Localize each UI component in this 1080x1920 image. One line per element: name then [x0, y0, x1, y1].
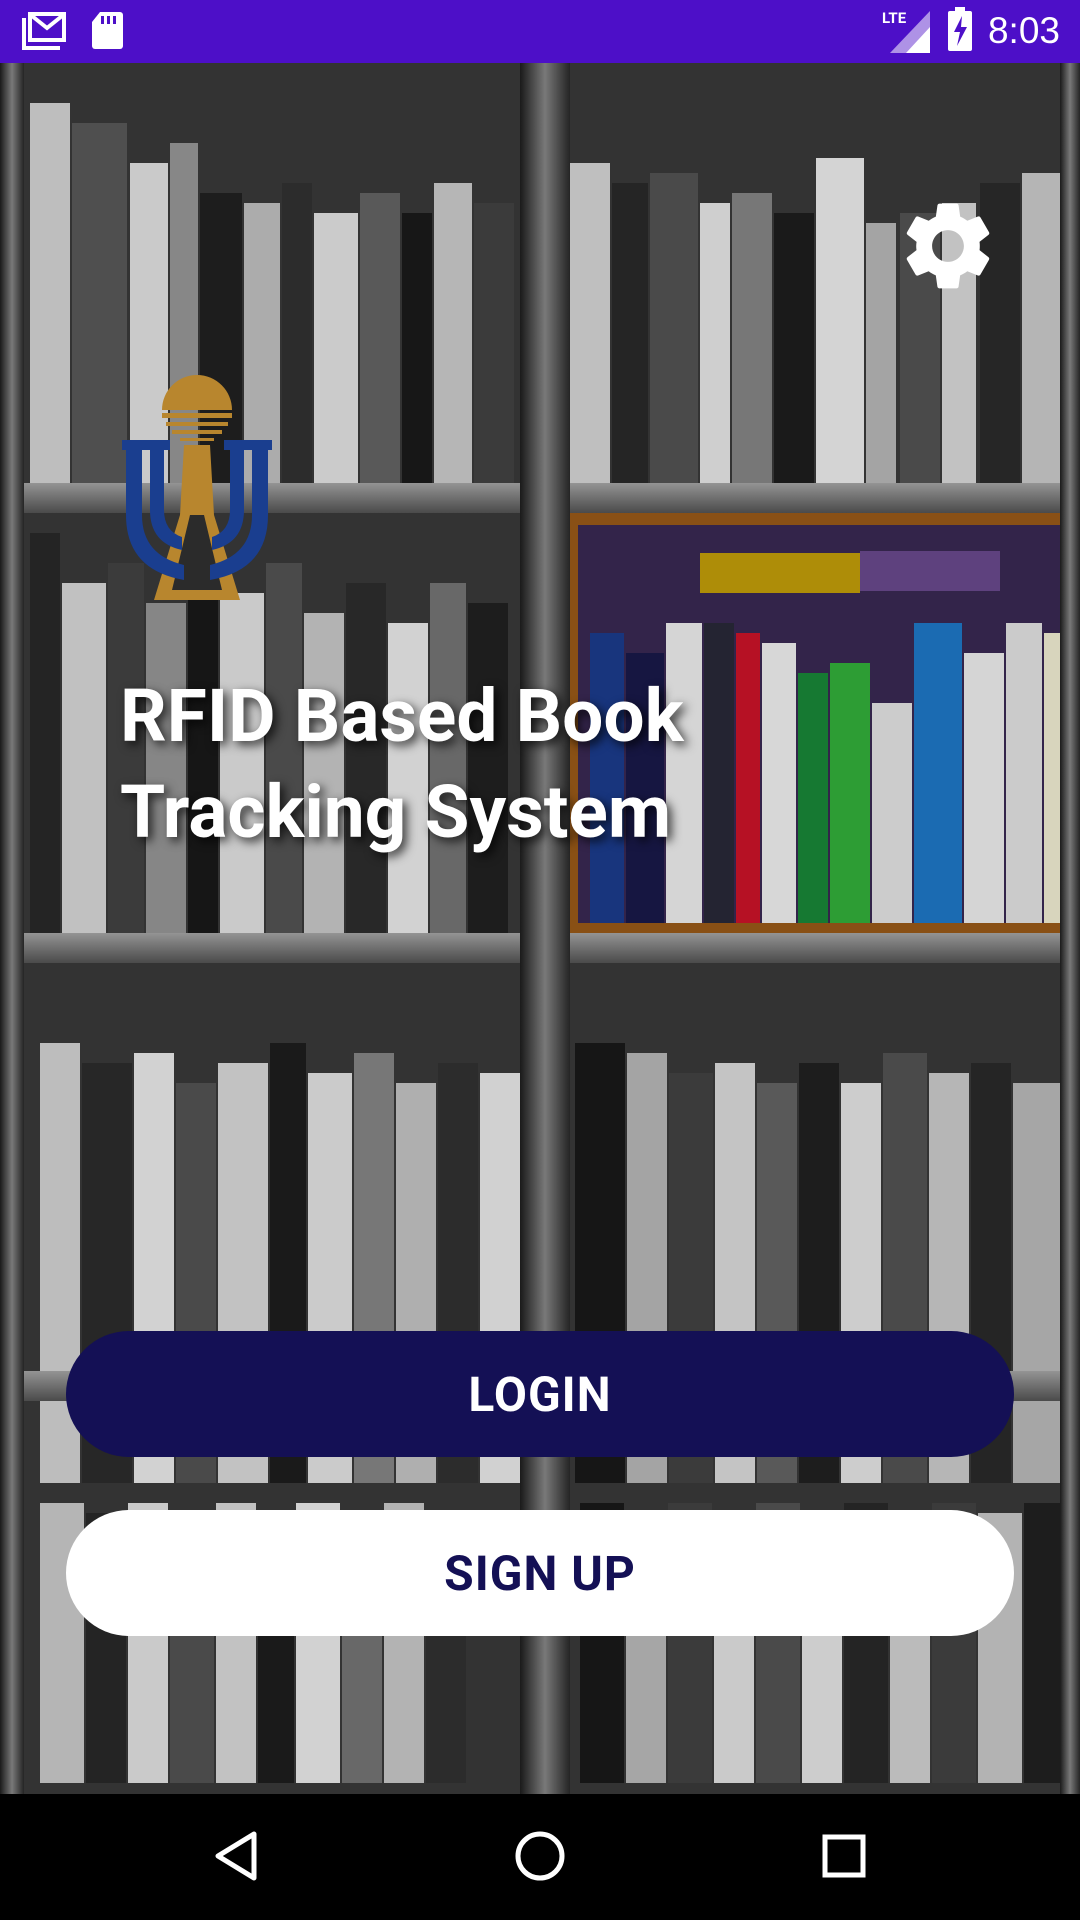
clock: 8:03: [987, 10, 1060, 51]
lte-signal-icon: LTE: [882, 7, 932, 55]
login-button[interactable]: LOGIN: [66, 1331, 1014, 1457]
back-button[interactable]: [196, 1822, 276, 1894]
app-title-line-2: Tracking System: [120, 769, 672, 855]
gear-icon: [895, 203, 1001, 303]
signup-button[interactable]: SIGN UP: [66, 1510, 1014, 1636]
navigation-bar: [0, 1794, 1080, 1920]
battery-charging-icon: [946, 6, 974, 56]
gmail-icon: [22, 10, 68, 54]
app-title-line-1: RFID Based Book: [120, 673, 684, 759]
university-logo: [122, 365, 272, 605]
home-icon: [514, 1830, 566, 1886]
sd-card-icon: [90, 10, 124, 54]
home-button[interactable]: [500, 1822, 580, 1894]
recents-button[interactable]: [804, 1822, 884, 1894]
network-type: LTE: [881, 9, 907, 27]
status-bar: LTE 8:03: [0, 0, 1080, 63]
settings-button[interactable]: [895, 193, 1001, 299]
university-logo-icon: [122, 375, 272, 609]
recents-icon: [821, 1833, 867, 1883]
app-title: RFID Based Book Tracking System: [120, 668, 800, 860]
back-icon: [212, 1830, 260, 1886]
